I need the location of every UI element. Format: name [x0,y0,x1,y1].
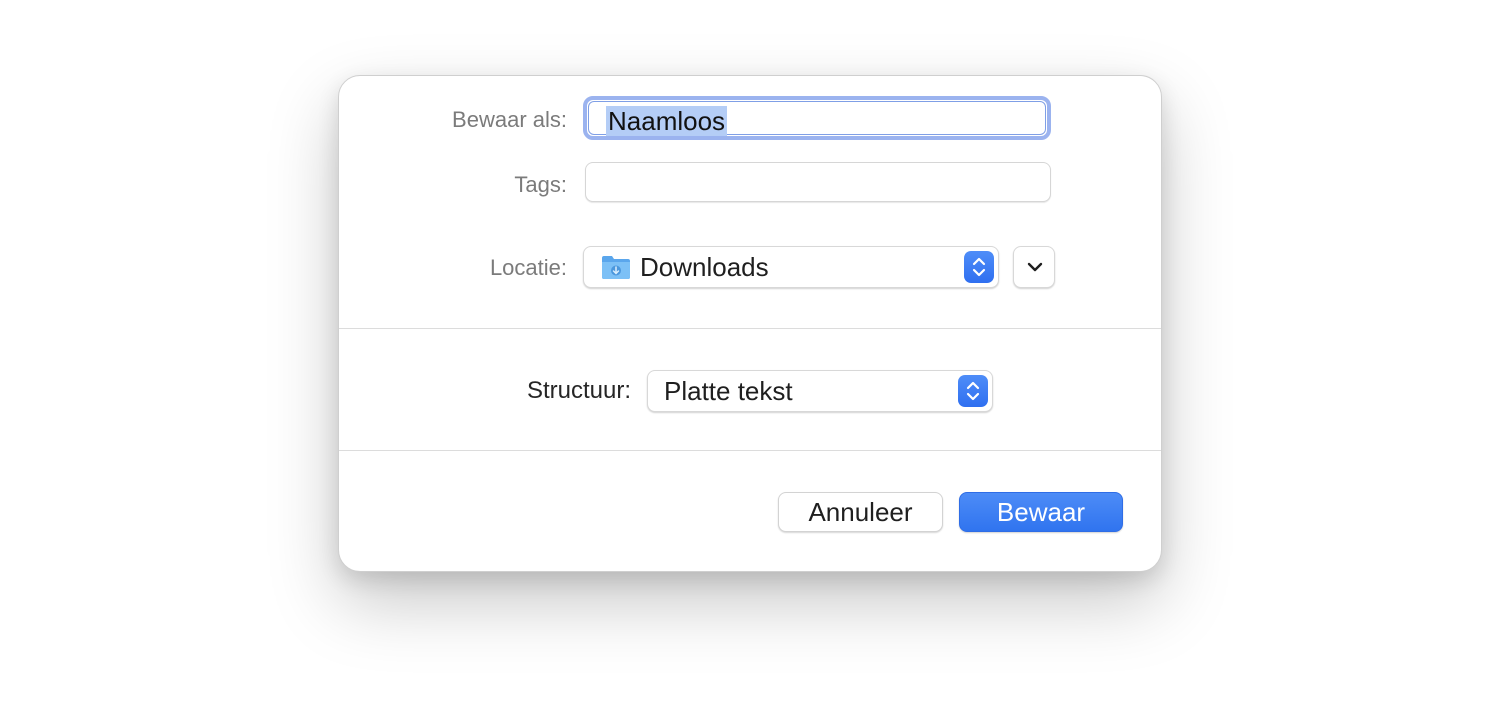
tags-input[interactable] [585,162,1051,202]
save-dialog: Bewaar als: Naamloos Tags: Locatie: Down… [338,75,1162,572]
location-label: Locatie: [489,255,567,280]
chevron-down-icon [1027,262,1043,272]
downloads-folder-icon [601,254,631,280]
cancel-button[interactable]: Annuleer [778,492,943,532]
location-value: Downloads [640,252,769,282]
location-popup[interactable]: Downloads [583,246,999,288]
divider-top [339,328,1161,329]
filename-input[interactable]: Naamloos [583,96,1051,140]
format-value: Platte tekst [664,376,793,406]
save-as-label: Bewaar als: [452,107,567,132]
format-label: Structuur: [526,377,631,404]
format-popup[interactable]: Platte tekst [647,370,993,412]
tags-label: Tags: [514,172,567,197]
divider-bottom [339,450,1161,451]
expand-dialog-button[interactable] [1013,246,1055,288]
up-down-chevron-icon [964,251,994,283]
filename-text: Naamloos [606,106,728,136]
save-button[interactable]: Bewaar [959,492,1123,532]
up-down-chevron-icon [958,375,988,407]
